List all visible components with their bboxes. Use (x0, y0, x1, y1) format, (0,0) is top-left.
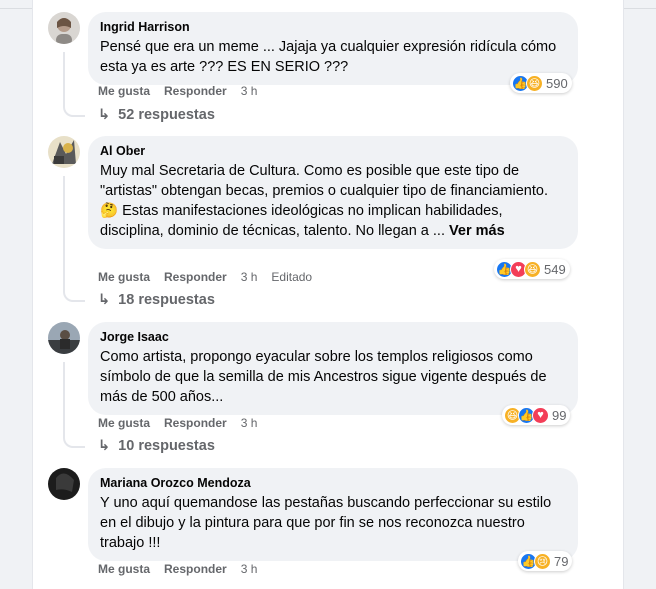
love-icon: ♥ (532, 406, 549, 424)
haha-icon: 😆 (524, 260, 541, 278)
replies-count: 18 respuestas (118, 292, 215, 308)
comment-bubble: Jorge Isaac Como artista, propongo eyacu… (88, 322, 578, 415)
comment-author[interactable]: Mariana Orozco Mendoza (100, 475, 566, 491)
comment-text: Como artista, propongo eyacular sobre lo… (100, 349, 547, 405)
reply-arrow-icon: ↳ (98, 107, 111, 123)
comment-bubble: Ingrid Harrison Pensé que era un meme ..… (88, 12, 578, 85)
reply-arrow-icon: ↳ (98, 438, 111, 454)
view-replies-button[interactable]: ↳ 18 respuestas (98, 292, 215, 308)
comment-time[interactable]: 3 h (241, 84, 258, 98)
reply-button[interactable]: Responder (164, 416, 227, 430)
view-replies-button[interactable]: ↳ 10 respuestas (98, 438, 215, 454)
reaction-summary[interactable]: 👍 😢 79 (518, 551, 573, 571)
thread-line (63, 362, 85, 448)
reply-button[interactable]: Responder (164, 270, 227, 284)
reaction-summary[interactable]: 👍 ♥ 😆 549 (494, 259, 570, 279)
haha-icon: 😆 (526, 74, 543, 92)
reaction-count: 79 (554, 553, 569, 569)
avatar[interactable] (48, 12, 80, 44)
comment-time[interactable]: 3 h (241, 562, 258, 576)
comment-actions: Me gusta Responder 3 h (98, 84, 257, 98)
view-replies-button[interactable]: ↳ 52 respuestas (98, 107, 215, 123)
comment-author[interactable]: Jorge Isaac (100, 329, 566, 345)
like-button[interactable]: Me gusta (98, 562, 150, 576)
reply-button[interactable]: Responder (164, 84, 227, 98)
comment-text-wrapper: Muy mal Secretaria de Cultura. Como es p… (100, 161, 566, 241)
comment-actions: Me gusta Responder 3 h Editado (98, 270, 312, 284)
thread-line (63, 176, 85, 302)
see-more-link[interactable]: Ver más (449, 223, 505, 239)
replies-count: 10 respuestas (118, 438, 215, 454)
replies-count: 52 respuestas (118, 107, 215, 123)
sad-icon: 😢 (534, 552, 551, 570)
comment-actions: Me gusta Responder 3 h (98, 416, 257, 430)
comment-text: Pensé que era un meme ... Jajaja ya cual… (100, 39, 557, 75)
reaction-summary[interactable]: 👍 😆 590 (510, 73, 572, 93)
like-button[interactable]: Me gusta (98, 416, 150, 430)
reply-button[interactable]: Responder (164, 562, 227, 576)
comment-time[interactable]: 3 h (241, 416, 258, 430)
like-button[interactable]: Me gusta (98, 270, 150, 284)
comment-time[interactable]: 3 h (241, 270, 258, 284)
avatar[interactable] (48, 322, 80, 354)
comment-actions: Me gusta Responder 3 h (98, 562, 257, 576)
comment-bubble: Mariana Orozco Mendoza Y uno aquí queman… (88, 468, 578, 561)
reaction-count: 590 (546, 75, 568, 91)
reaction-count: 99 (552, 407, 567, 423)
reaction-count: 549 (544, 261, 566, 277)
avatar[interactable] (48, 136, 80, 168)
thread-line (63, 52, 85, 117)
edited-label[interactable]: Editado (271, 270, 312, 284)
reaction-summary[interactable]: 😆 👍 ♥ 99 (502, 405, 571, 425)
comment-author[interactable]: Ingrid Harrison (100, 19, 566, 35)
comment-author[interactable]: Al Ober (100, 143, 566, 159)
comment-text: Y uno aquí quemandose las pestañas busca… (100, 495, 552, 551)
reply-arrow-icon: ↳ (98, 292, 111, 308)
avatar[interactable] (48, 468, 80, 500)
comment-bubble: Al Ober Muy mal Secretaria de Cultura. C… (88, 136, 578, 249)
like-button[interactable]: Me gusta (98, 84, 150, 98)
